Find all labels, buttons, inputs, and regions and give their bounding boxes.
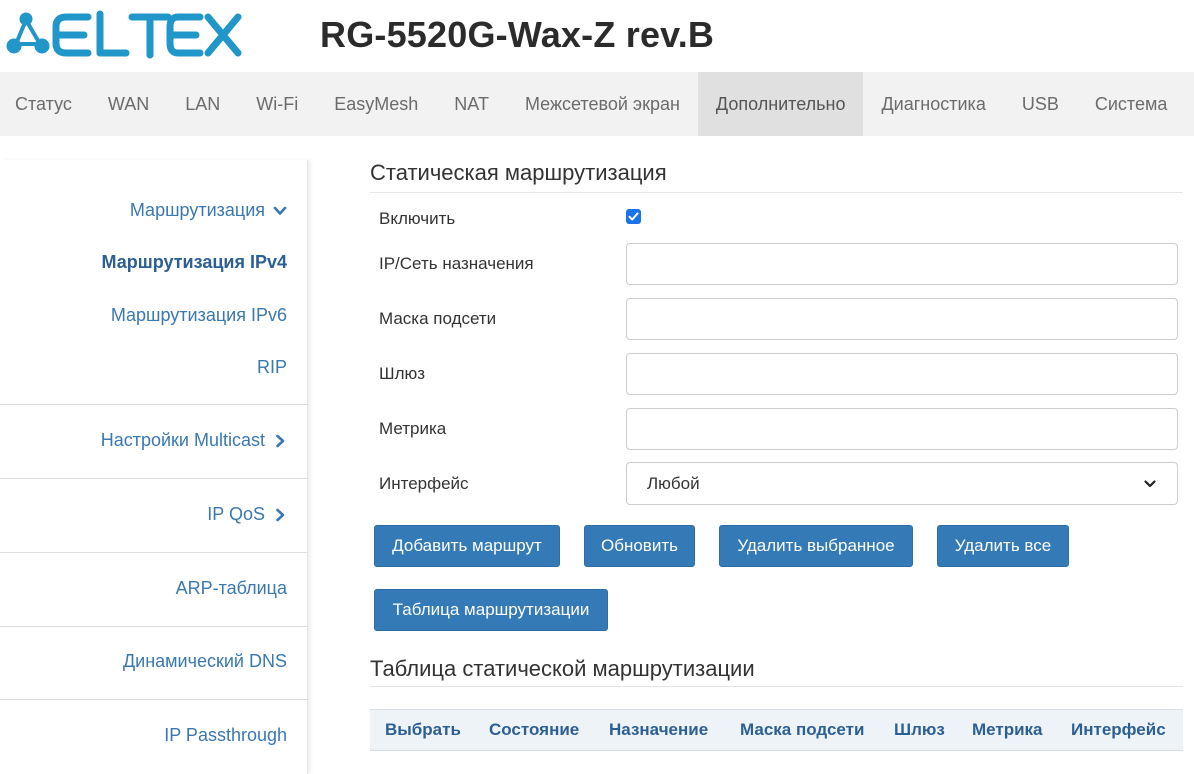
tab-easymesh[interactable]: EasyMesh	[316, 72, 436, 136]
tab-status[interactable]: Статус	[0, 72, 90, 136]
chevron-down-icon	[273, 206, 287, 215]
sidebar: Маршрутизация Маршрутизация IPv4 Маршрут…	[0, 160, 308, 774]
sidebar-divider	[0, 552, 308, 553]
column-header-interface[interactable]: Интерфейс	[1071, 720, 1166, 740]
chevron-right-icon	[276, 434, 285, 447]
column-header-select[interactable]: Выбрать	[385, 720, 461, 740]
sidebar-item-multicast[interactable]: Настройки Multicast	[101, 430, 287, 451]
sidebar-divider	[0, 478, 308, 479]
destination-input[interactable]	[626, 243, 1178, 285]
delete-all-button[interactable]: Удалить все	[937, 525, 1069, 567]
column-header-metric[interactable]: Метрика	[972, 720, 1043, 740]
static-routes-table-header: Выбрать Состояние Назначение Маска подсе…	[370, 709, 1183, 751]
device-model-title: RG-5520G-Wax-Z rev.B	[320, 14, 715, 55]
sidebar-item-arp-table[interactable]: ARP-таблица	[176, 578, 287, 599]
column-header-mask[interactable]: Маска подсети	[740, 720, 864, 740]
sidebar-divider	[0, 626, 308, 627]
tab-lan[interactable]: LAN	[167, 72, 238, 136]
delete-selected-button[interactable]: Удалить выбранное	[719, 525, 913, 567]
sidebar-divider	[0, 699, 308, 700]
static-routes-table-title: Таблица статической маршрутизации	[370, 656, 1183, 687]
routing-table-button[interactable]: Таблица маршрутизации	[374, 589, 608, 631]
sidebar-item-ip-qos[interactable]: IP QoS	[207, 504, 287, 525]
gateway-label: Шлюз	[379, 364, 426, 383]
refresh-button[interactable]: Обновить	[584, 525, 695, 567]
tab-wifi[interactable]: Wi-Fi	[238, 72, 316, 136]
sidebar-item-dynamic-dns[interactable]: Динамический DNS	[123, 651, 287, 672]
header: RG-5520G-Wax-Z rev.B	[0, 0, 1194, 72]
enable-checkbox[interactable]	[626, 209, 641, 224]
subnet-mask-label: Маска подсети	[379, 309, 497, 328]
top-navigation: Статус WAN LAN Wi-Fi EasyMesh NAT Межсет…	[0, 72, 1194, 136]
page-title: Статическая маршрутизация	[370, 160, 1183, 193]
destination-label: IP/Сеть назначения	[379, 254, 534, 273]
sidebar-item-label: Маршрутизация	[129, 200, 265, 220]
tab-advanced[interactable]: Дополнительно	[697, 72, 864, 136]
subnet-mask-input[interactable]	[626, 298, 1178, 340]
tab-usb[interactable]: USB	[1004, 72, 1077, 136]
column-header-state[interactable]: Состояние	[489, 720, 579, 740]
sidebar-item-rip[interactable]: RIP	[257, 357, 287, 378]
interface-select[interactable]: Любой	[626, 462, 1178, 505]
metric-label: Метрика	[379, 419, 447, 438]
tab-firewall[interactable]: Межсетевой экран	[507, 72, 698, 136]
gateway-input[interactable]	[626, 353, 1178, 395]
tab-diagnostics[interactable]: Диагностика	[863, 72, 1003, 136]
chevron-down-icon	[1144, 479, 1156, 487]
sidebar-item-routing-ipv4[interactable]: Маршрутизация IPv4	[102, 252, 287, 273]
column-header-destination[interactable]: Назначение	[609, 720, 708, 740]
sidebar-divider	[0, 404, 308, 405]
enable-label: Включить	[379, 209, 456, 228]
tab-wan[interactable]: WAN	[90, 72, 167, 136]
tab-system[interactable]: Система	[1077, 72, 1186, 136]
tab-nat[interactable]: NAT	[436, 72, 507, 136]
metric-input[interactable]	[626, 408, 1178, 450]
eltex-logo[interactable]	[4, 8, 244, 60]
add-route-button[interactable]: Добавить маршрут	[374, 525, 560, 567]
interface-selected-value: Любой	[647, 473, 700, 493]
sidebar-item-ip-passthrough[interactable]: IP Passthrough	[164, 725, 287, 746]
checkmark-icon	[628, 212, 639, 221]
sidebar-item-routing[interactable]: Маршрутизация	[130, 200, 287, 221]
column-header-gateway[interactable]: Шлюз	[894, 720, 945, 740]
sidebar-item-label: IP QoS	[207, 504, 265, 524]
chevron-right-icon	[276, 508, 285, 521]
interface-label: Интерфейс	[379, 474, 469, 493]
sidebar-item-label: Настройки Multicast	[100, 430, 265, 450]
sidebar-item-routing-ipv6[interactable]: Маршрутизация IPv6	[111, 305, 287, 326]
